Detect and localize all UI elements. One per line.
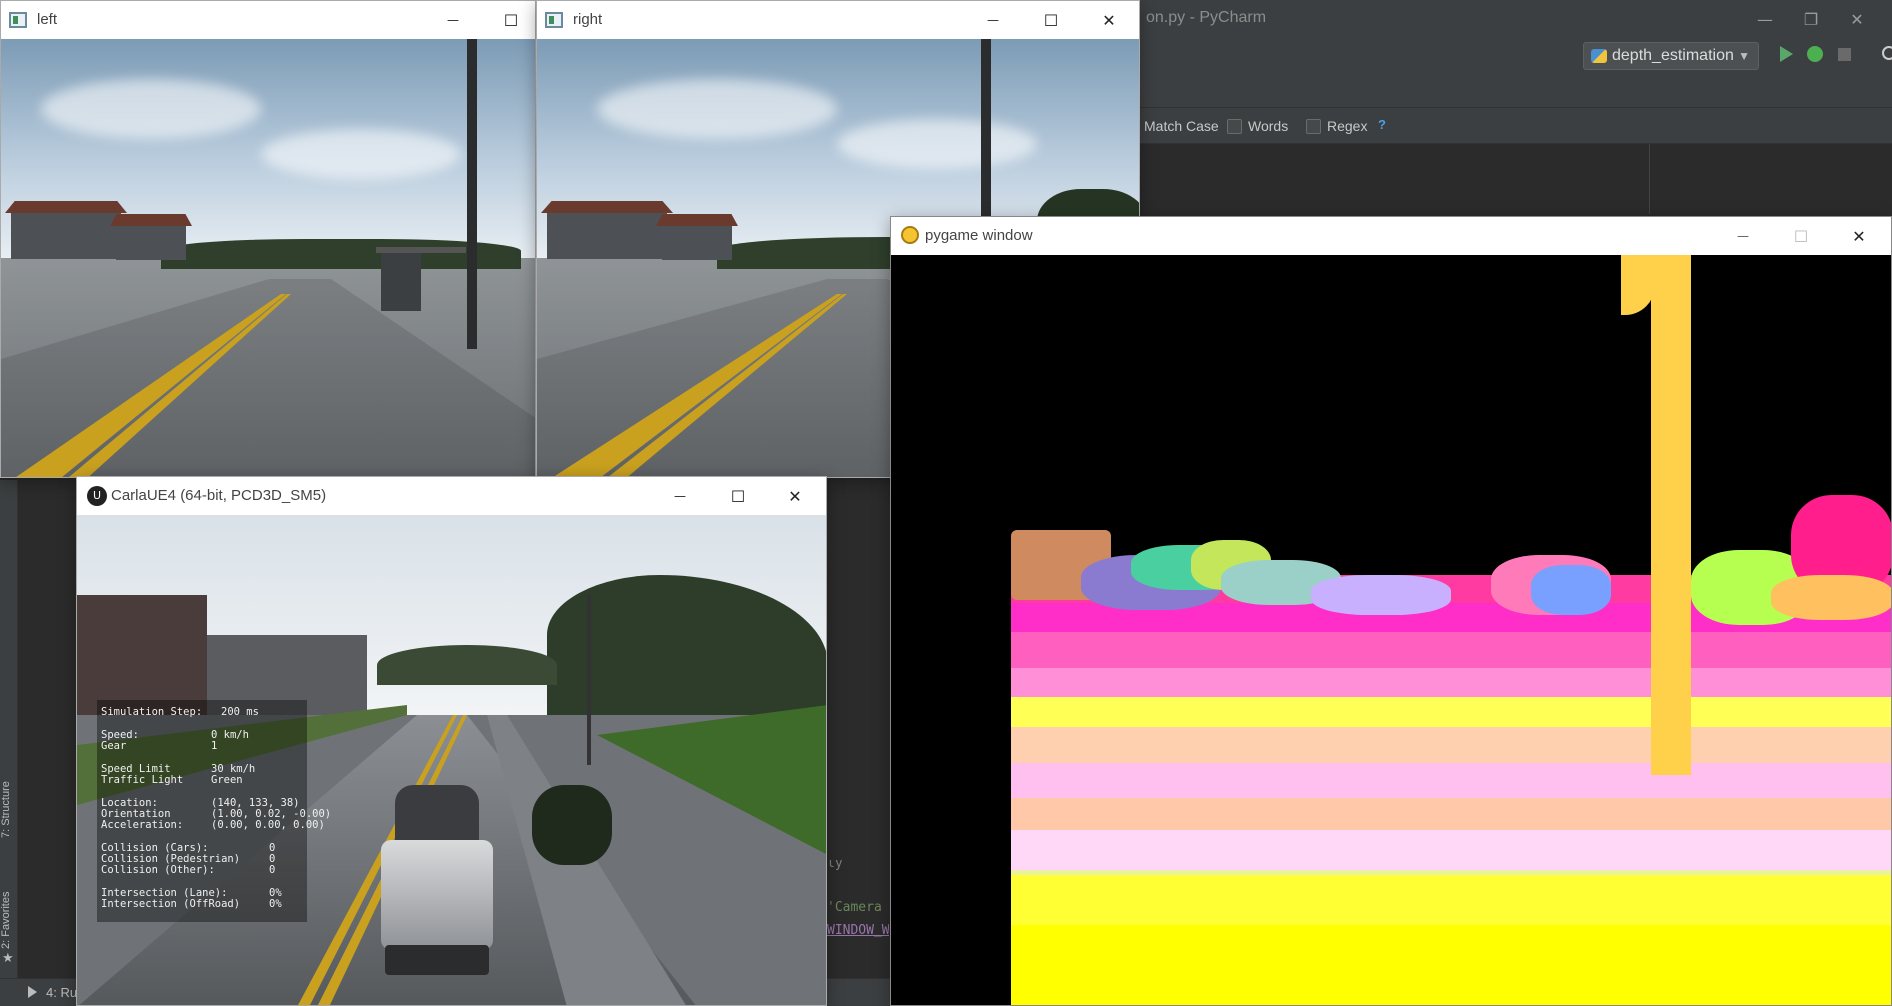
window-titlebar[interactable]: pygame window — ☐ ✕ — [891, 217, 1891, 255]
tool-tab-structure[interactable]: 7: Structure — [0, 760, 18, 860]
ide-title: on.py - PyCharm — [1146, 9, 1267, 26]
hud-gear-label: Gear — [101, 740, 127, 752]
hud-collision-other-label: Collision (Other): — [101, 864, 215, 876]
carla-viewport[interactable]: Simulation Step: 200 ms Speed: 0 km/h Ge… — [77, 515, 826, 1005]
match-case-label: Match Case — [1144, 118, 1219, 134]
opencv-window-icon — [545, 12, 563, 28]
ego-vehicle — [377, 785, 497, 1005]
run-configuration-label: depth_estimation — [1612, 47, 1734, 64]
run-tool-tab[interactable]: 4: Ru — [46, 985, 77, 1000]
regex-checkbox[interactable] — [1306, 118, 1321, 134]
opencv-window-icon — [9, 12, 27, 28]
ide-toolbar: depth_estimation ▼ — [1140, 38, 1892, 108]
ide-restore-icon[interactable]: ❐ — [1788, 0, 1834, 38]
window-titlebar[interactable]: right — ☐ ✕ — [537, 1, 1139, 39]
ide-titlebar: on.py - PyCharm — ❐ ✕ — [1140, 0, 1892, 38]
debug-icon[interactable] — [1807, 46, 1823, 62]
favorites-number: 2: — [0, 939, 12, 949]
favorites-label: Favorites — [0, 891, 12, 937]
hud-gear-value: 1 — [211, 740, 218, 752]
code-line: WINDOW_W — [827, 923, 889, 938]
run-icon[interactable] — [1780, 46, 1793, 62]
regex-label: Regex — [1327, 118, 1368, 134]
find-bar: Match Case Words Regex ? — [1140, 108, 1892, 144]
match-case-option[interactable]: Match Case — [1144, 118, 1219, 134]
road-scene — [1, 39, 535, 477]
search-everywhere-icon[interactable] — [1882, 46, 1892, 60]
depth-map-view — [891, 255, 1891, 1005]
python-icon — [1591, 49, 1607, 63]
window-title: left — [37, 11, 58, 28]
window-title: right — [573, 11, 603, 28]
hud-acceleration-value: (0.00, 0.00, 0.00) — [211, 819, 325, 831]
stop-icon[interactable] — [1838, 48, 1851, 61]
words-label: Words — [1248, 118, 1289, 134]
carla-window[interactable]: U CarlaUE4 (64-bit, PCD3D_SM5) — ☐ ✕ Sim… — [76, 476, 827, 1006]
maximize-icon[interactable]: ☐ — [483, 1, 539, 39]
window-titlebar[interactable]: U CarlaUE4 (64-bit, PCD3D_SM5) — ☐ ✕ — [77, 477, 826, 515]
left-camera-window[interactable]: left — ☐ — [0, 0, 536, 478]
close-icon[interactable]: ✕ — [1831, 217, 1887, 255]
window-title: pygame window — [925, 227, 1033, 244]
editor-divider — [1649, 144, 1650, 214]
ide-minimize-icon[interactable]: — — [1742, 0, 1788, 38]
minimize-icon[interactable]: — — [652, 477, 708, 515]
unreal-engine-icon: U — [87, 486, 107, 506]
close-icon[interactable]: ✕ — [767, 477, 823, 515]
chevron-down-icon: ▼ — [1738, 49, 1750, 63]
window-titlebar[interactable]: left — ☐ — [1, 1, 535, 39]
code-line: 'Camera — [827, 900, 882, 915]
star-icon: ★ — [2, 950, 14, 965]
pygame-icon — [901, 226, 919, 244]
hud-acceleration-label: Acceleration: — [101, 819, 184, 831]
structure-label: Structure — [0, 781, 12, 827]
play-icon — [28, 986, 37, 998]
run-configuration-dropdown[interactable]: depth_estimation ▼ — [1583, 42, 1759, 70]
left-tool-strip: 7: Structure 2: Favorites ★ — [0, 480, 18, 978]
hud-collision-other-value: 0 — [269, 864, 276, 876]
minimize-icon[interactable]: — — [425, 1, 481, 39]
minimize-icon[interactable]: — — [965, 1, 1021, 39]
hud-simulation-step-label: Simulation Step: — [101, 706, 203, 718]
close-icon[interactable]: ✕ — [1081, 1, 1137, 39]
left-camera-image — [1, 39, 535, 477]
hud-traffic-light-value: Green — [211, 774, 243, 786]
hud-intersection-offroad-label: Intersection (OffRoad) — [101, 898, 241, 910]
maximize-icon[interactable]: ☐ — [710, 477, 766, 515]
window-title: CarlaUE4 (64-bit, PCD3D_SM5) — [111, 487, 327, 504]
structure-number: 7: — [0, 829, 12, 839]
words-option[interactable]: Words — [1227, 118, 1288, 134]
minimize-icon[interactable]: — — [1715, 217, 1771, 255]
code-editor-fragment: ly 'Camera WINDOW_W — [827, 860, 889, 978]
hud-intersection-offroad-value: 0% — [269, 898, 282, 910]
words-checkbox[interactable] — [1227, 118, 1242, 134]
hud-simulation-step-value: 200 ms — [221, 706, 259, 718]
ide-close-icon[interactable]: ✕ — [1834, 0, 1880, 38]
maximize-icon[interactable]: ☐ — [1023, 1, 1079, 39]
code-line: ly — [827, 860, 843, 871]
maximize-icon[interactable]: ☐ — [1773, 217, 1829, 255]
hud-traffic-light-label: Traffic Light — [101, 774, 184, 786]
pygame-window[interactable]: pygame window — ☐ ✕ — [890, 216, 1892, 1006]
regex-help-icon[interactable]: ? — [1378, 117, 1386, 132]
regex-option[interactable]: Regex — [1306, 118, 1367, 134]
